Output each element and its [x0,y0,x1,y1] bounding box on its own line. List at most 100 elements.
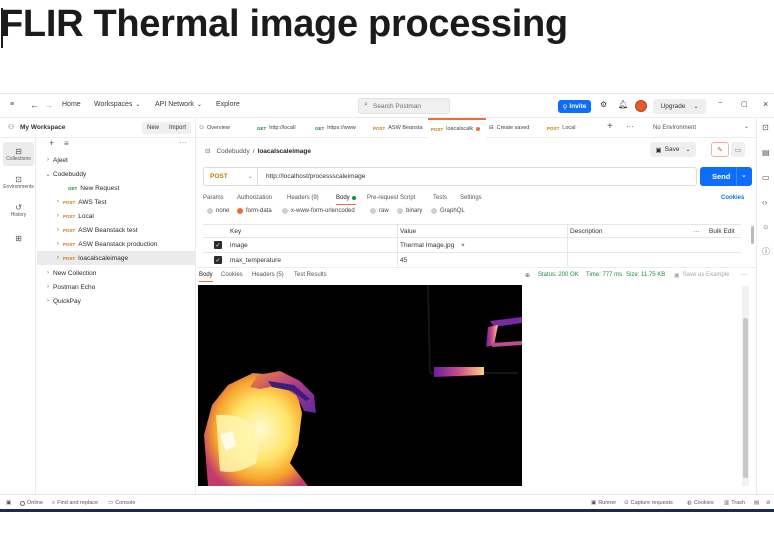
tab-create-saved[interactable]: ⊟ Create saved [486,118,542,138]
tab-pre-request-script[interactable]: Pre-request Script [367,191,415,205]
chevron-down-icon[interactable]: ⌄ [741,171,747,179]
remove-file-icon[interactable]: × [461,238,465,252]
tree-item-codebuddy[interactable]: ⌄ Codebuddy [37,167,195,181]
rail-collections[interactable]: ⊟ Collections [3,142,34,166]
explore-link[interactable]: Explore [216,101,240,108]
close-icon[interactable]: × [763,99,768,109]
tab-response-headers[interactable]: Headers (5) [252,268,284,282]
tree-label: loacalscaleimage [78,254,129,262]
minimize-icon[interactable]: − [718,100,722,107]
home-link[interactable]: Home [62,101,81,108]
more-options-icon[interactable]: ··· [179,138,187,147]
breadcrumb-current[interactable]: loacalscaleimage [258,148,311,155]
row-checkbox[interactable]: ✓ [214,256,222,264]
tab-params[interactable]: Params [203,191,224,205]
tabs-more-icon[interactable]: ··· [626,122,634,131]
avatar[interactable] [635,100,647,112]
tab-test-results[interactable]: Test Results [294,268,327,282]
radio-form-data[interactable]: form-data [237,208,272,214]
tab-overview[interactable]: ⚇ Overview [196,118,252,138]
workspace-name[interactable]: My Workspace [20,124,65,131]
menu-icon[interactable]: ≡ [10,101,14,108]
globe-icon[interactable]: ⊕ [525,268,530,282]
info-icon[interactable]: ⓘ [762,246,770,257]
back-arrow-icon[interactable]: ← [30,100,39,110]
settings-gear-icon[interactable]: ⚙ [600,100,607,109]
runner-label: Runner [598,500,617,506]
tree-item-new-request[interactable]: GET New Request [37,181,195,195]
invite-button[interactable]: ⚲ Invite [558,100,591,113]
cookies-link[interactable]: Cookies [721,191,744,205]
notification-bell-icon[interactable]: 🔔︎ [618,100,628,109]
bulb-icon[interactable]: ☼ [762,222,769,231]
bulk-edit-link[interactable]: Bulk Edit [709,225,735,237]
tree-item-aws-test[interactable]: › POST AWS Test [37,195,195,209]
new-tab-plus-icon[interactable]: + [607,121,613,132]
tab-response-body[interactable]: Body [199,268,213,282]
tab-post-loacalscale[interactable]: POST loacalscalk [428,118,486,138]
new-button[interactable]: New [142,122,165,134]
upgrade-button[interactable]: Upgrade ⌄ [653,99,706,114]
code-icon[interactable]: ‹› [762,198,767,207]
url-input[interactable]: http://localhost/processscaleimage [258,173,365,180]
tree-item-asw-beanstack-test[interactable]: › POST ASW Beanstack test [37,223,195,237]
row-key[interactable]: max_temperature [230,253,281,266]
rail-environments[interactable]: ⊡ Environments [3,170,34,194]
tab-settings[interactable]: Settings [460,191,482,205]
radio-none[interactable]: none [207,208,229,214]
breadcrumb-parent[interactable]: Codebuddy [216,148,249,155]
radio-urlencoded[interactable]: x-www-form-urlencoded [282,208,355,214]
tree-item-postman-echo[interactable]: › Postman Echo [37,280,195,294]
tab-get-locall[interactable]: GET http://locall [254,118,312,138]
send-button[interactable]: Send ⌄ [700,167,752,186]
tab-authorization[interactable]: Authorization [237,191,272,205]
tree-item-ajeet[interactable]: › Ajeet [37,153,195,167]
tab-post-asw[interactable]: POST ASW Beansta [370,118,428,138]
edit-pencil-icon[interactable]: ✎ [711,142,729,157]
tree-item-local[interactable]: › POST Local [37,209,195,223]
maximize-icon[interactable]: ▢ [741,100,748,108]
rail-history[interactable]: ↺ History [3,198,34,222]
table-scrollbar[interactable] [751,226,754,244]
tab-headers[interactable]: Headers (9) [287,191,319,205]
forward-arrow-icon[interactable]: → [44,100,53,110]
tab-post-local[interactable]: POST Local [544,118,600,138]
api-network-menu[interactable]: API Network ⌄ [155,101,202,108]
more-options-icon[interactable]: ··· [741,268,747,282]
filter-icon[interactable]: ≡ [64,139,69,148]
workspaces-menu[interactable]: Workspaces ⌄ [94,101,140,108]
radio-binary[interactable]: binary [397,208,422,214]
tab-tests[interactable]: Tests [433,191,447,205]
documentation-icon[interactable]: ▤ [762,148,770,157]
tab-response-cookies[interactable]: Cookies [221,268,243,282]
radio-raw[interactable]: raw [370,208,389,214]
radio-graphql[interactable]: GraphQL [431,208,465,214]
tree-item-loacalscaleimage[interactable]: › POST loacalscaleimage [37,251,195,265]
row-key[interactable]: image [230,238,248,252]
tree-item-new-collection[interactable]: › New Collection [37,266,195,280]
unsaved-dot [476,127,481,131]
online-icon [20,500,25,506]
add-collection-icon[interactable]: + [49,138,54,148]
environment-quicklook-icon[interactable]: ⊡ [762,123,769,132]
method-select[interactable]: POST ⌄ [204,168,258,185]
tab-body[interactable]: Body [336,191,356,205]
tree-item-asw-beanstack-production[interactable]: › POST ASW Beanstack production [37,237,195,251]
tab-get-www[interactable]: GET https://www [312,118,370,138]
search-input[interactable]: ⌕ Search Postman [358,98,450,114]
save-as-example-button[interactable]: ▣ Save as Example [674,268,729,282]
more-options-icon[interactable]: ··· [693,225,700,237]
environment-selector[interactable]: No Environment ⌄ [650,121,753,135]
tree-item-quickpay[interactable]: › QuickPay [37,294,195,308]
method-badge: POST [431,126,444,132]
row-value[interactable]: Thermal Image.jpg [400,238,454,252]
rail-apps[interactable]: ⊞ [3,226,34,250]
row-value[interactable]: 45 [400,253,407,266]
response-scrollbar[interactable] [743,318,748,478]
save-button[interactable]: ▣ Save ⌄ [650,142,696,157]
comments-icon[interactable]: ▭ [762,173,770,182]
import-button[interactable]: Import [164,122,192,134]
doc-icon[interactable]: ▭ [731,142,745,157]
row-checkbox[interactable]: ✓ [214,241,222,249]
radio-circle [370,208,376,214]
